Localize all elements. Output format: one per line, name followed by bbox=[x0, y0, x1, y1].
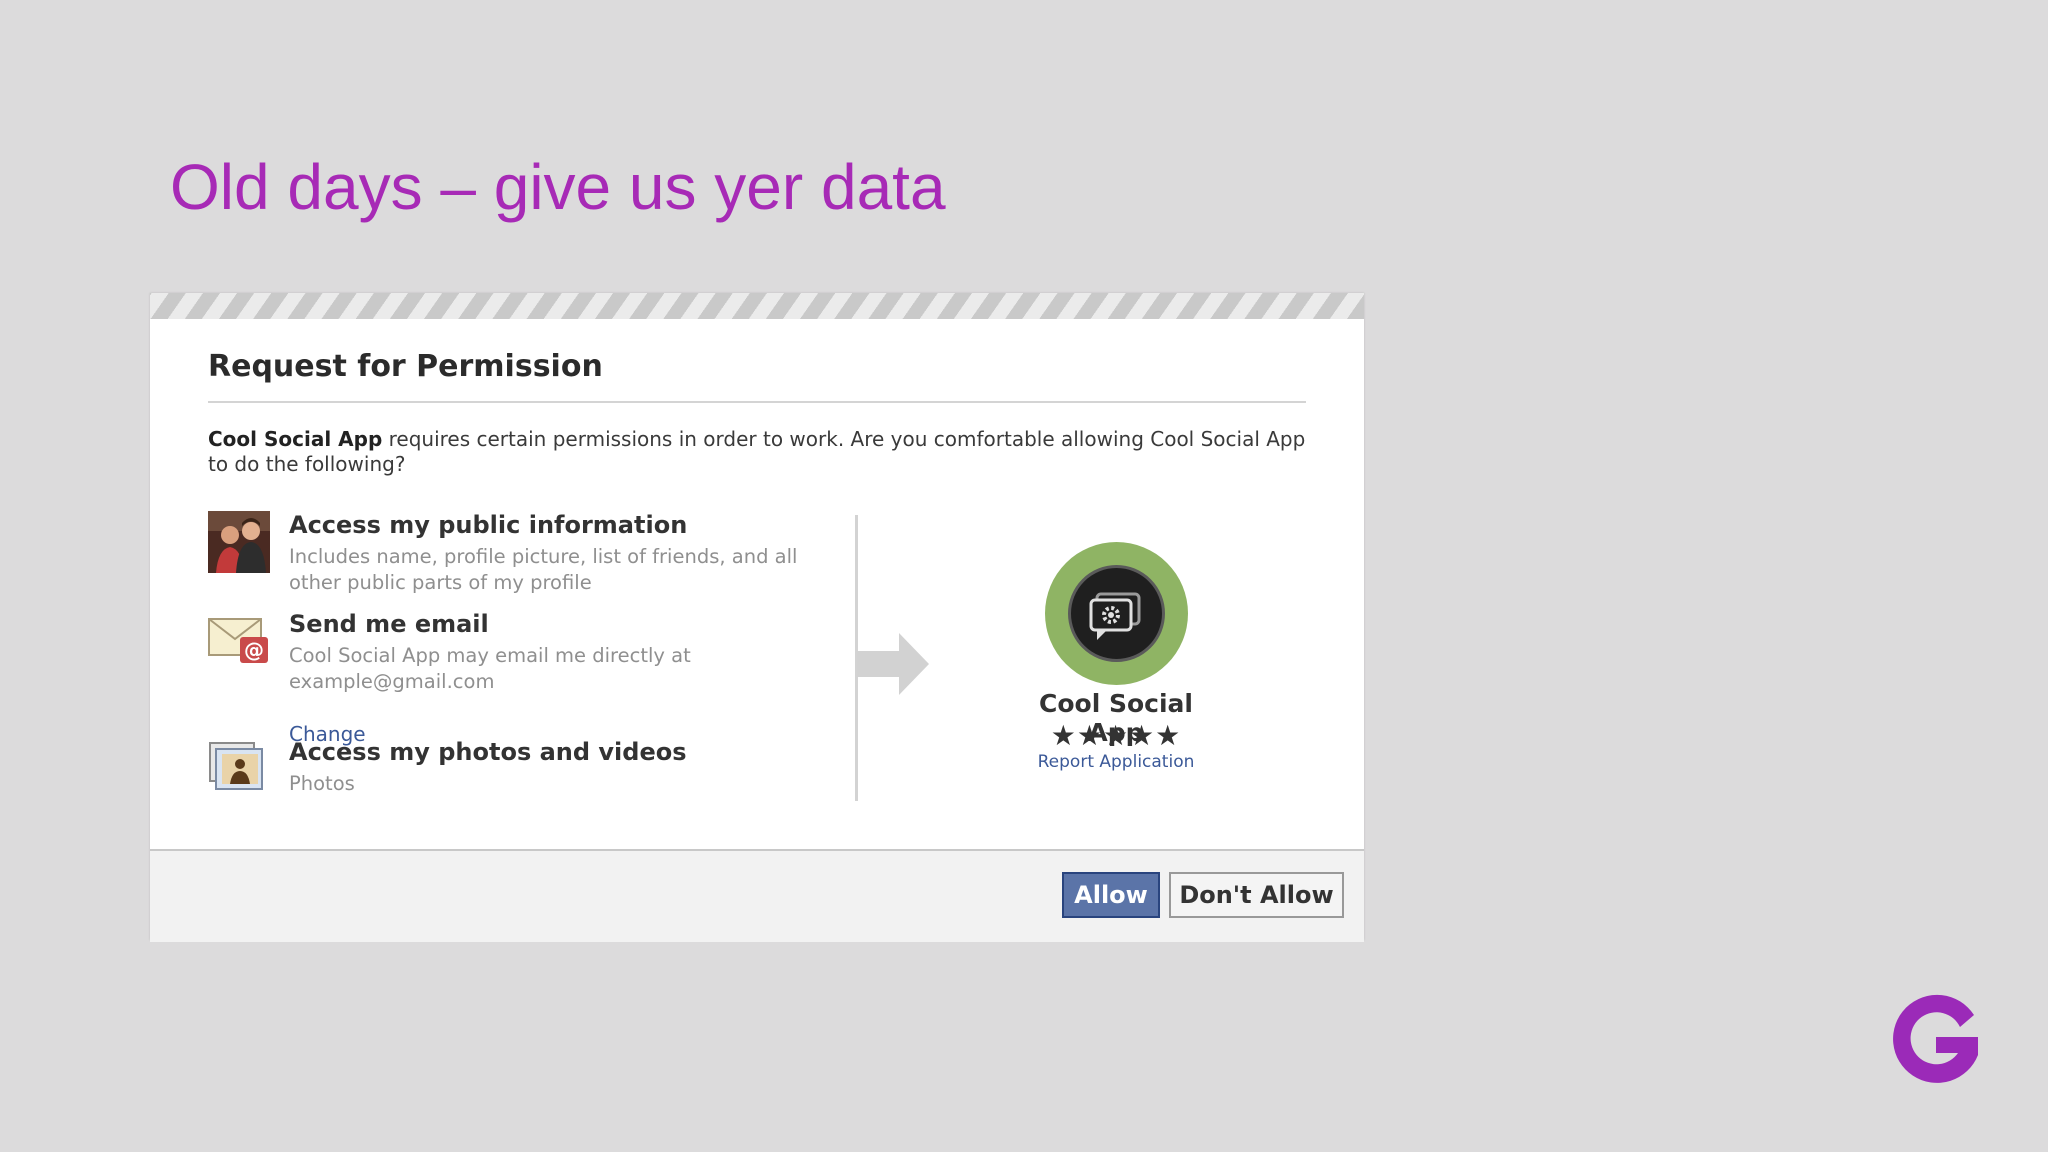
arrow-right-icon bbox=[857, 633, 929, 699]
dialog-title: Request for Permission bbox=[208, 349, 603, 384]
photos-icon bbox=[208, 741, 268, 797]
svg-text:@: @ bbox=[244, 638, 264, 662]
permission-title: Send me email bbox=[289, 610, 489, 638]
title-divider bbox=[208, 401, 1306, 403]
permission-description: Photos bbox=[289, 772, 355, 795]
permission-dialog: Request for Permission Cool Social App r… bbox=[150, 293, 1364, 942]
app-rating-stars: ★★★★★ bbox=[1050, 719, 1182, 752]
dialog-footer: Allow Don't Allow bbox=[150, 849, 1364, 942]
dont-allow-button[interactable]: Don't Allow bbox=[1169, 872, 1344, 918]
slide-title: Old days – give us yer data bbox=[170, 151, 946, 223]
permission-description: Includes name, profile picture, list of … bbox=[289, 545, 798, 594]
permission-title: Access my public information bbox=[289, 511, 688, 539]
report-application-link[interactable]: Report Application bbox=[1016, 752, 1216, 772]
g-logo-icon bbox=[1882, 993, 1990, 1101]
permission-title: Access my photos and videos bbox=[289, 738, 687, 766]
dialog-intro: Cool Social App requires certain permiss… bbox=[208, 427, 1328, 477]
profile-photo-icon bbox=[208, 511, 270, 577]
allow-button[interactable]: Allow bbox=[1062, 872, 1160, 918]
dialog-striped-border bbox=[150, 293, 1364, 319]
permission-description: Cool Social App may email me directly at… bbox=[289, 644, 691, 693]
email-envelope-icon: @ bbox=[208, 615, 270, 669]
app-gear-chat-icon bbox=[1045, 542, 1188, 685]
intro-app-name: Cool Social App bbox=[208, 427, 383, 451]
